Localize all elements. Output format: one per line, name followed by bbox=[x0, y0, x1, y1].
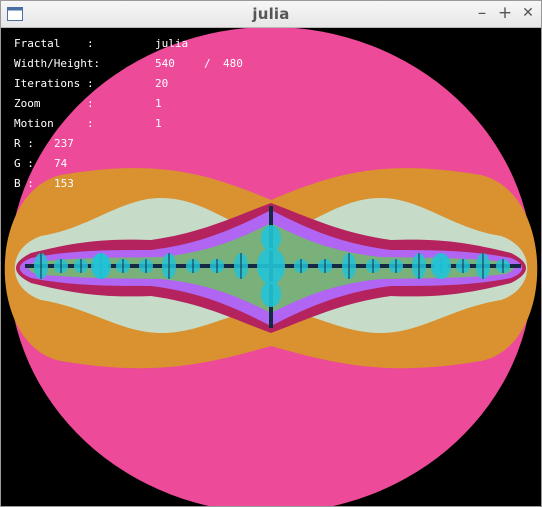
info-overlay: Fractal : julia Width/Height: 540 / 480 … bbox=[1, 28, 541, 506]
title-bar[interactable]: julia – + ✕ bbox=[1, 1, 541, 28]
app-window: julia – + ✕ Fractal : julia Width/Height… bbox=[0, 0, 542, 507]
g-label: G : bbox=[14, 157, 34, 170]
motion-label: Motion bbox=[14, 117, 54, 130]
size-slash: / bbox=[204, 57, 211, 70]
b-label: B : bbox=[14, 177, 34, 190]
size-label: Width/Height: bbox=[14, 57, 101, 70]
iterations-label: Iterations bbox=[14, 77, 81, 90]
fractal-separator: : bbox=[87, 37, 94, 50]
height-value: 480 bbox=[223, 57, 243, 70]
fractal-value: julia bbox=[155, 37, 189, 50]
close-icon: ✕ bbox=[522, 5, 534, 21]
maximize-button[interactable]: + bbox=[495, 3, 515, 23]
iterations-value: 20 bbox=[155, 77, 169, 90]
zoom-value: 1 bbox=[155, 97, 162, 110]
b-value: 153 bbox=[54, 177, 74, 190]
window-title: julia bbox=[252, 5, 290, 23]
fractal-label: Fractal bbox=[14, 37, 61, 50]
r-value: 237 bbox=[54, 137, 74, 150]
iterations-separator: : bbox=[87, 77, 94, 90]
width-value: 540 bbox=[155, 57, 175, 70]
minimize-button[interactable]: – bbox=[472, 3, 492, 23]
g-value: 74 bbox=[54, 157, 68, 170]
motion-separator: : bbox=[87, 117, 94, 130]
motion-value: 1 bbox=[155, 117, 162, 130]
close-button[interactable]: ✕ bbox=[518, 3, 538, 23]
minimize-icon: – bbox=[477, 3, 487, 23]
maximize-icon: + bbox=[497, 3, 513, 23]
zoom-separator: : bbox=[87, 97, 94, 110]
r-label: R : bbox=[14, 137, 34, 150]
zoom-label: Zoom bbox=[14, 97, 41, 110]
